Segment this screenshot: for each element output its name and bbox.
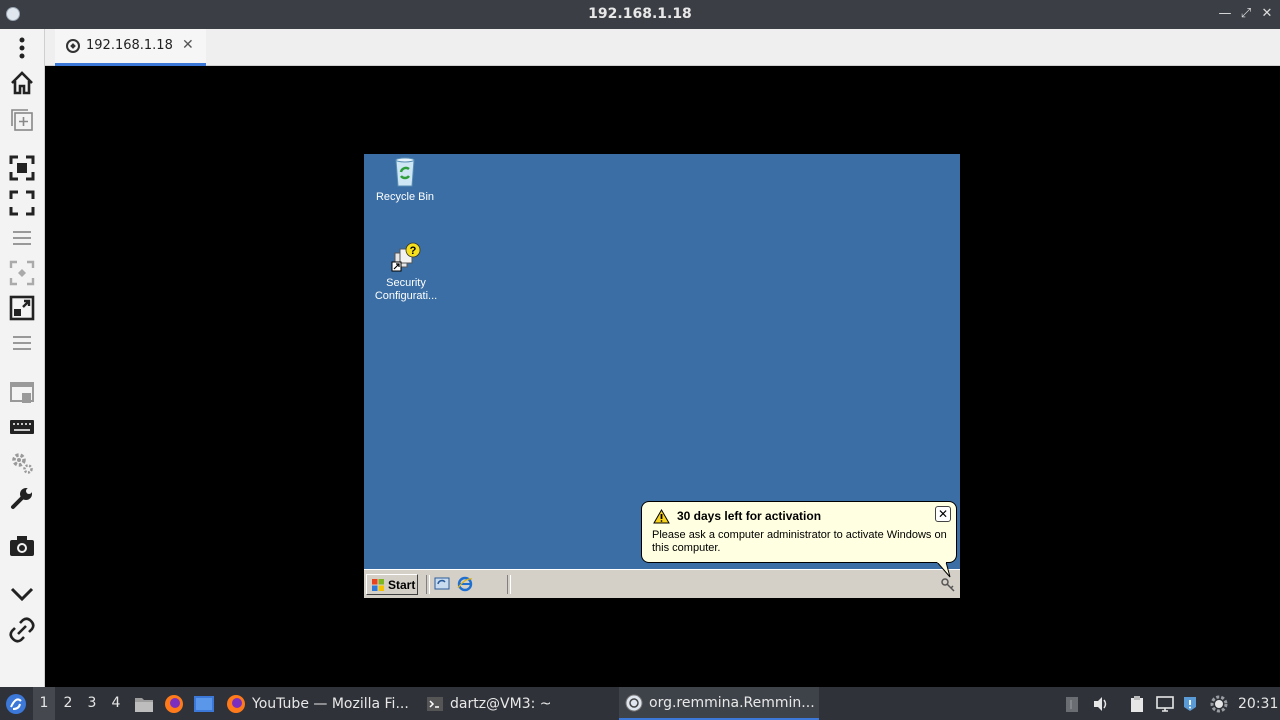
- quicklaunch-divider: [426, 575, 430, 594]
- icon-label-line1: Security: [386, 277, 426, 289]
- screenshot-camera-icon[interactable]: [8, 532, 36, 560]
- tray-trash-icon[interactable]: [1064, 687, 1080, 720]
- network-icon[interactable]: [1155, 687, 1175, 720]
- taskbar-divider: [507, 575, 511, 594]
- workspace-2[interactable]: 2: [57, 687, 79, 720]
- hamburger-icon[interactable]: [8, 329, 36, 357]
- balloon-close-button[interactable]: ✕: [935, 506, 951, 522]
- remote-connection-icon: [66, 39, 80, 53]
- security-configuration-icon: ?: [391, 242, 421, 272]
- disconnect-icon[interactable]: [8, 616, 36, 644]
- start-button[interactable]: Start: [366, 574, 418, 595]
- tab-bar: 192.168.1.18 ✕: [45, 29, 1280, 66]
- internet-explorer-icon[interactable]: [457, 576, 473, 592]
- firefox-icon: [227, 694, 245, 713]
- activation-notification-balloon: 30 days left for activation ✕ Please ask…: [641, 501, 957, 563]
- fit-window-icon[interactable]: [8, 154, 36, 182]
- hamburger-icon[interactable]: [8, 224, 36, 252]
- task-firefox-youtube[interactable]: YouTube — Mozilla Fi...: [222, 687, 416, 720]
- icon-label: Recycle Bin: [375, 191, 435, 203]
- balloon-pointer: [936, 562, 951, 578]
- file-manager-launcher[interactable]: [134, 687, 154, 720]
- folder-icon: [135, 697, 153, 712]
- connection-tab[interactable]: 192.168.1.18 ✕: [55, 29, 206, 66]
- terminal-icon: [427, 696, 443, 711]
- keyboard-icon[interactable]: [8, 413, 36, 441]
- minimize-button[interactable]: —: [1216, 5, 1234, 23]
- home-icon[interactable]: [8, 69, 36, 97]
- task-label: org.remmina.Remmin...: [649, 694, 815, 711]
- chevron-down-icon[interactable]: [8, 579, 36, 607]
- fullscreen-icon[interactable]: [8, 189, 36, 217]
- workspace-3[interactable]: 3: [81, 687, 103, 720]
- desktop-icon-recycle-bin[interactable]: Recycle Bin: [365, 156, 445, 204]
- start-menu-button[interactable]: [5, 687, 27, 720]
- multi-monitor-icon[interactable]: [8, 379, 36, 407]
- balloon-title: 30 days left for activation: [677, 509, 822, 523]
- balloon-message: Please ask a computer administrator to a…: [652, 529, 947, 554]
- recycle-bin-icon: [395, 157, 415, 187]
- show-desktop-icon[interactable]: [434, 576, 450, 592]
- window-title: 192.168.1.18: [588, 6, 692, 22]
- warning-icon: [653, 509, 670, 524]
- tools-wrench-icon[interactable]: [8, 484, 36, 512]
- firefox-icon: [165, 694, 183, 713]
- updates-icon[interactable]: [1181, 687, 1199, 720]
- svg-text:?: ?: [410, 245, 417, 257]
- remmina-icon: [625, 694, 643, 711]
- workspace-4[interactable]: 4: [105, 687, 127, 720]
- firefox-launcher[interactable]: [164, 687, 184, 720]
- dynamic-resolution-icon[interactable]: [8, 294, 36, 322]
- clipboard-icon[interactable]: [1128, 687, 1146, 720]
- task-terminal[interactable]: dartz@VM3: ~: [422, 687, 616, 720]
- activation-keys-tray-icon[interactable]: [940, 576, 956, 592]
- maximize-button[interactable]: ⤢: [1237, 5, 1255, 23]
- desktop-icon: [194, 695, 214, 712]
- windows-taskbar: Start: [364, 569, 960, 598]
- preferences-gear-icon[interactable]: [8, 449, 36, 477]
- task-label: dartz@VM3: ~: [450, 695, 552, 712]
- show-desktop-launcher[interactable]: [193, 687, 215, 720]
- windows-flag-icon: [372, 578, 384, 591]
- window-titlebar: 192.168.1.18 — ⤢ ✕: [0, 0, 1280, 29]
- workspace-1[interactable]: 1: [33, 687, 55, 720]
- icon-label-line2: Configurati...: [374, 290, 438, 302]
- close-window-button[interactable]: ✕: [1258, 5, 1276, 23]
- distro-logo-icon: [6, 693, 26, 714]
- power-settings-icon[interactable]: [1209, 687, 1229, 720]
- new-connection-icon[interactable]: [8, 106, 36, 134]
- desktop-icon-security-configuration[interactable]: ? Security Configurati...: [366, 240, 446, 303]
- scaled-mode-icon[interactable]: [8, 259, 36, 287]
- start-label: Start: [388, 577, 416, 592]
- volume-icon[interactable]: [1092, 687, 1110, 720]
- tab-label: 192.168.1.18: [86, 38, 173, 53]
- task-remmina[interactable]: org.remmina.Remmin...: [619, 687, 819, 720]
- remmina-toolbar: [0, 29, 45, 687]
- clock[interactable]: 20:31: [1238, 687, 1278, 720]
- tab-close-button[interactable]: ✕: [182, 37, 194, 53]
- menu-icon[interactable]: [8, 34, 36, 62]
- task-label: YouTube — Mozilla Fi...: [252, 695, 409, 712]
- desktop-panel: 1 2 3 4 YouTube — Mozilla Fi... dartz@VM…: [0, 687, 1280, 720]
